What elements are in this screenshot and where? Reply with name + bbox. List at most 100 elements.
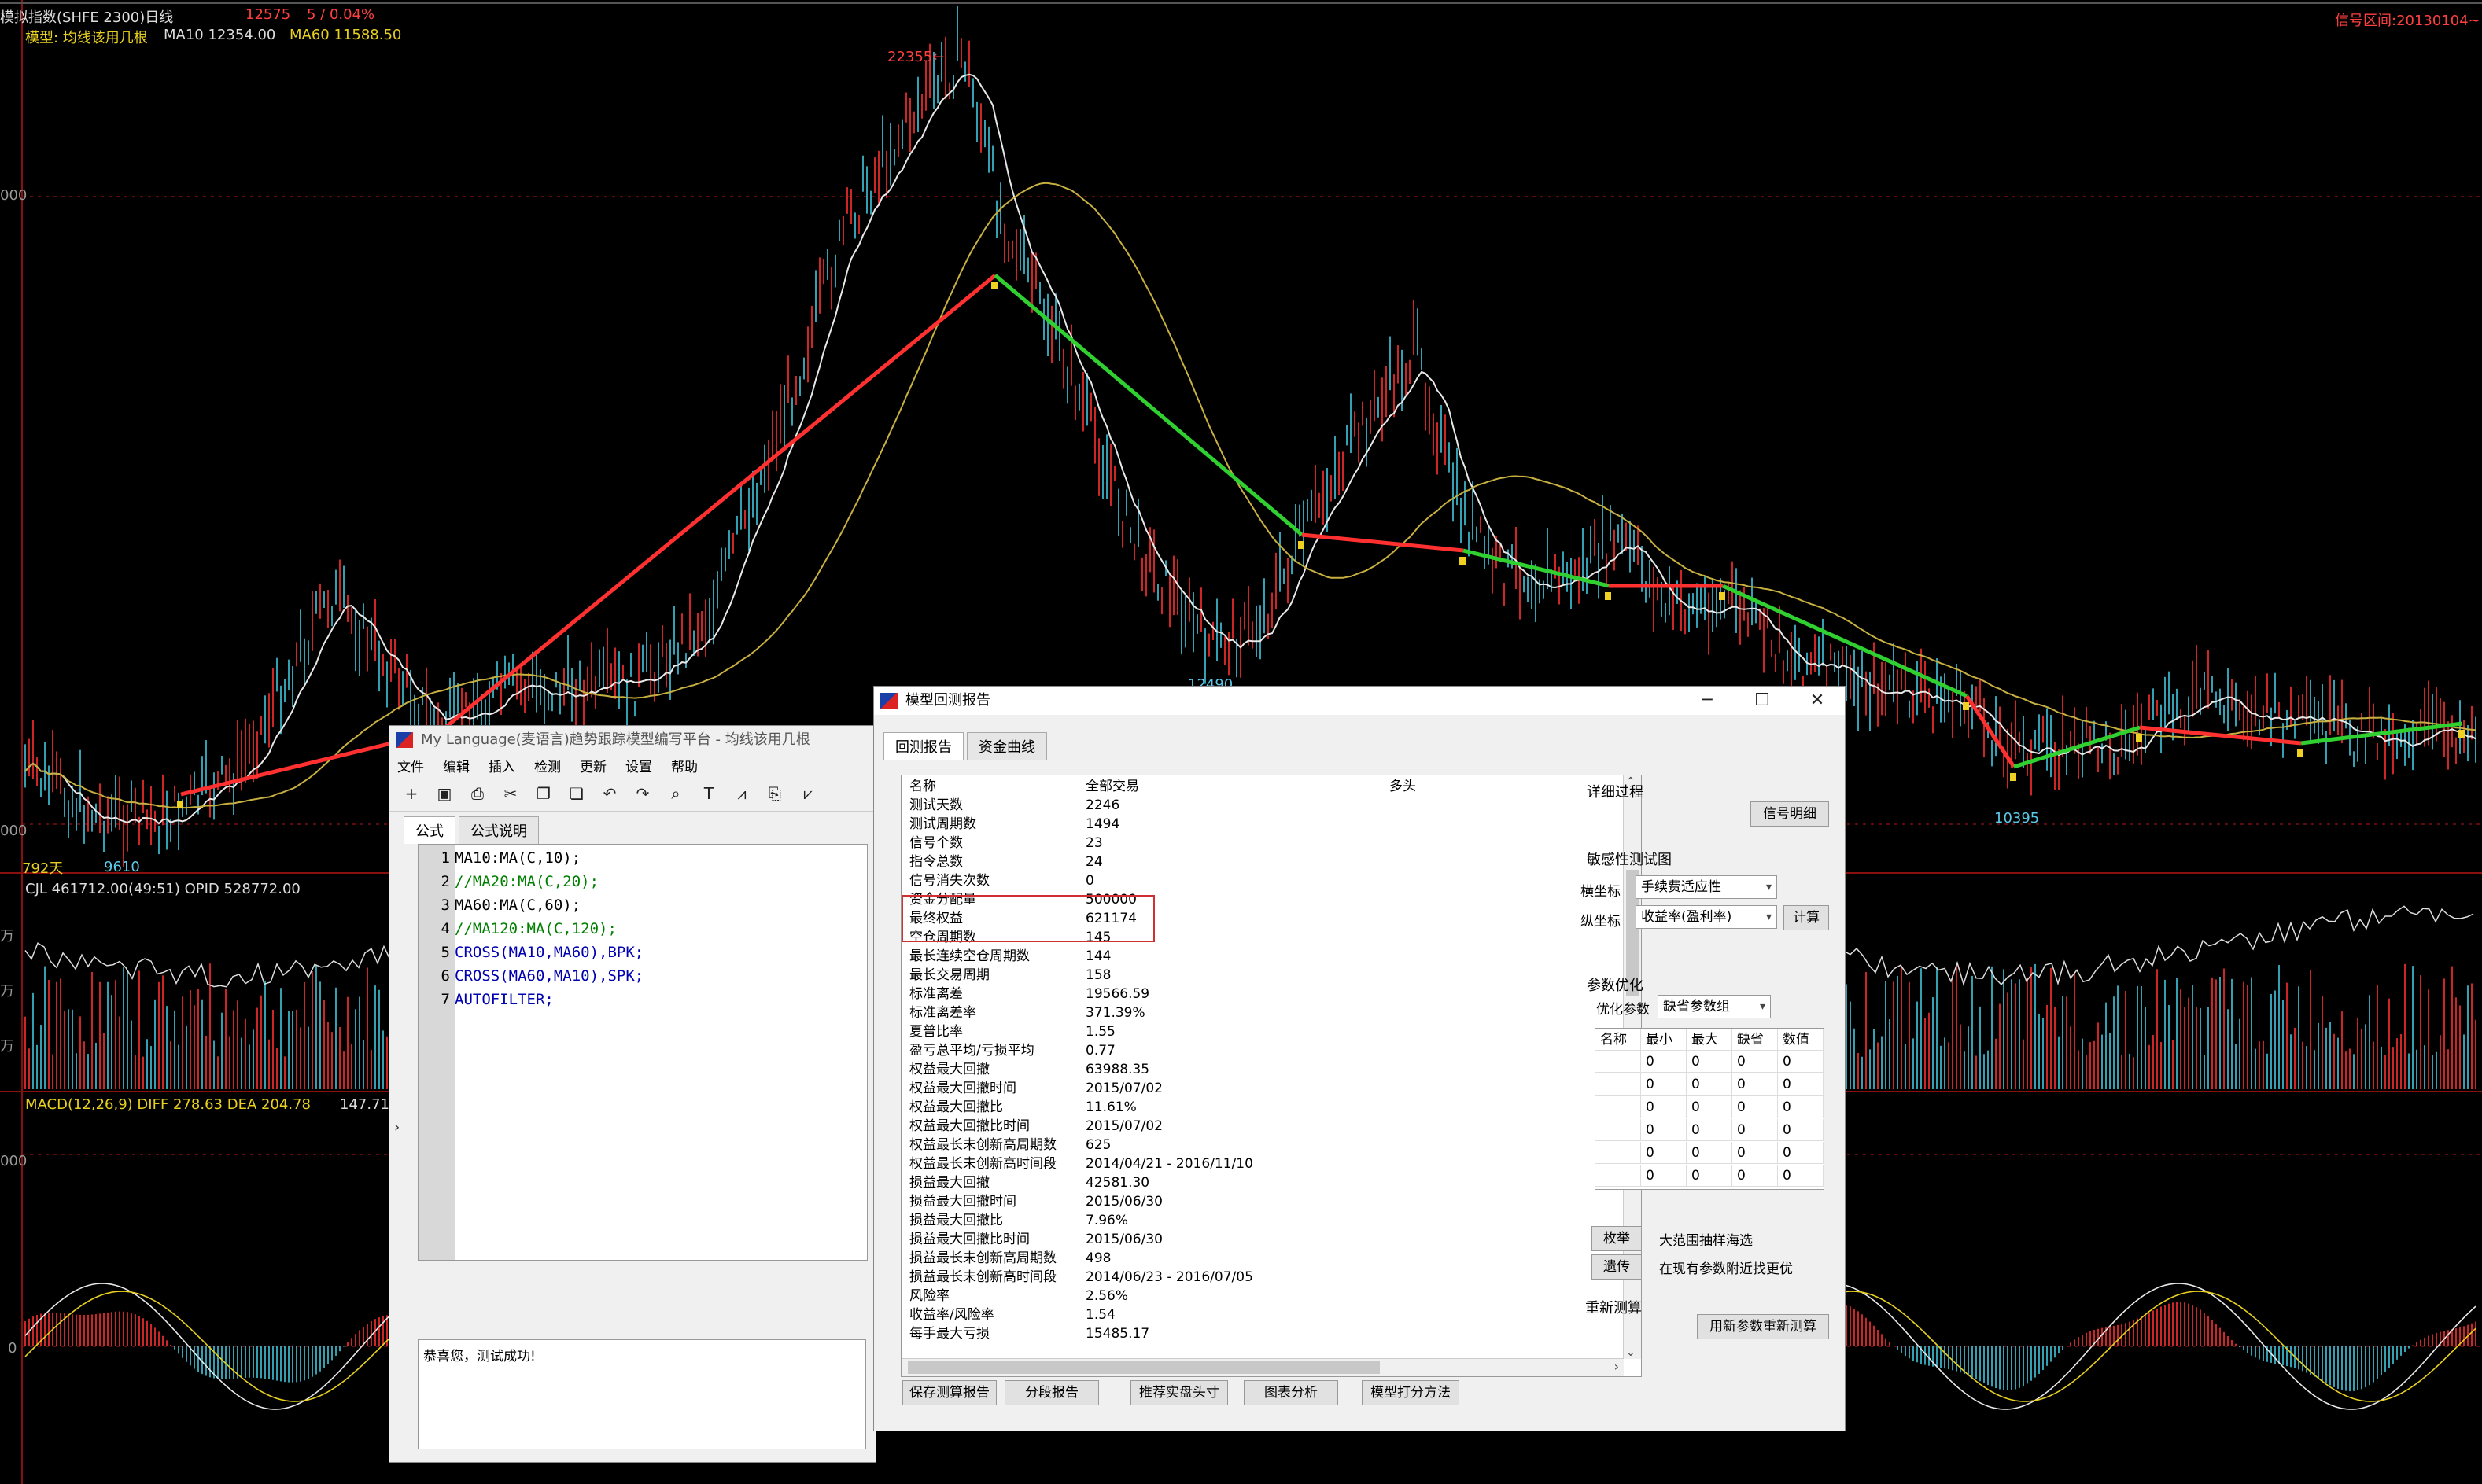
param-cell[interactable]: 0 — [1687, 1142, 1732, 1164]
param-header: 最小 — [1641, 1029, 1687, 1051]
param-cell[interactable]: 0 — [1641, 1073, 1687, 1096]
cut-icon[interactable]: ✂ — [498, 781, 523, 806]
param-cell[interactable] — [1595, 1119, 1641, 1141]
expand-arrow-icon[interactable]: › — [394, 1119, 400, 1136]
last-price: 12575 — [245, 6, 291, 23]
maximize-icon[interactable]: ☐ — [1735, 687, 1790, 715]
app-icon — [396, 732, 413, 748]
code-line: 5 CROSS(MA10,MA60),BPK; — [419, 941, 867, 964]
editor-title-bar[interactable]: My Language(麦语言)趋势跟踪模型编写平台 - 均线该用几根 — [389, 726, 876, 754]
minimize-icon[interactable]: ─ — [1680, 687, 1735, 715]
code-line: 3 MA60:MA(C,60); — [419, 893, 867, 917]
print-icon[interactable]: ⎙ — [465, 781, 490, 806]
y-axis-select[interactable]: 收益率(盈利率) ▾ — [1636, 905, 1777, 929]
optimize-param-select[interactable]: 缺省参数组 ▾ — [1658, 995, 1771, 1018]
report-window: 模型回测报告 ─ ☐ ✕ 回测报告 资金曲线 名称 全部交易 多头 测试天数 22… — [873, 686, 1846, 1431]
save-icon[interactable]: ▣ — [432, 781, 457, 806]
param-cell[interactable]: 0 — [1687, 1073, 1732, 1096]
text-icon[interactable]: T — [696, 781, 721, 806]
find-icon[interactable]: ⌕ — [663, 781, 688, 806]
menu-item[interactable]: 插入 — [489, 756, 515, 775]
tab-formula-help[interactable]: 公式说明 — [459, 816, 539, 844]
calculate-button[interactable]: 计算 — [1783, 905, 1829, 930]
param-cell[interactable] — [1595, 1096, 1641, 1118]
param-header: 名称 — [1595, 1029, 1641, 1051]
param-cell[interactable]: 0 — [1732, 1142, 1778, 1164]
param-cell[interactable]: 0 — [1778, 1096, 1824, 1118]
signal-marker — [2010, 773, 2016, 781]
param-cell[interactable]: 0 — [1641, 1119, 1687, 1141]
close-icon[interactable]: ✕ — [1790, 687, 1845, 715]
undo-icon[interactable]: ↶ — [597, 781, 622, 806]
param-cell[interactable]: 0 — [1641, 1165, 1687, 1187]
param-cell[interactable] — [1595, 1073, 1641, 1096]
segment-report-button[interactable]: 分段报告 — [1005, 1380, 1099, 1405]
code-text: MA60:MA(C,60); — [455, 897, 581, 914]
param-cell[interactable]: 0 — [1778, 1165, 1824, 1187]
recalculate-button[interactable]: 用新参数重新测算 — [1697, 1314, 1829, 1339]
param-cell[interactable] — [1595, 1142, 1641, 1164]
menu-item[interactable]: 文件 — [397, 756, 424, 775]
param-cell[interactable] — [1595, 1165, 1641, 1187]
menu-item[interactable]: 设置 — [625, 756, 652, 775]
signal-icon[interactable]: ⩗ — [795, 781, 821, 806]
model-score-button[interactable]: 模型打分方法 — [1362, 1380, 1459, 1405]
param-cell[interactable]: 0 — [1687, 1165, 1732, 1187]
horizontal-scrollbar[interactable]: › — [902, 1358, 1624, 1376]
scroll-down-icon[interactable]: ⌄ — [1626, 1346, 1636, 1359]
report-table[interactable]: 名称 全部交易 多头 测试天数 2246 测试周期数 1494 信号个数 23 指令总数 24… — [901, 775, 1642, 1377]
param-cell[interactable]: 0 — [1732, 1073, 1778, 1096]
redo-icon[interactable]: ↷ — [630, 781, 655, 806]
new-icon[interactable]: + — [399, 781, 424, 806]
x-axis-select[interactable]: 手续费适应性 ▾ — [1636, 875, 1777, 899]
param-cell[interactable]: 0 — [1732, 1119, 1778, 1141]
report-metric-value: 2014/06/23 - 2016/07/05 — [1086, 1269, 1253, 1285]
chart-analysis-button[interactable]: 图表分析 — [1244, 1380, 1338, 1405]
tab-formula[interactable]: 公式 — [404, 816, 455, 844]
report-title-bar[interactable]: 模型回测报告 ─ ☐ ✕ — [874, 687, 1845, 715]
optimize-group-label: 参数优化 — [1587, 978, 1643, 994]
chart-icon[interactable]: ⩘ — [729, 781, 754, 806]
code-line: 6 CROSS(MA60,MA10),SPK; — [419, 964, 867, 988]
param-cell[interactable]: 0 — [1687, 1051, 1732, 1073]
paste-icon[interactable]: ❏ — [564, 781, 589, 806]
param-cell[interactable]: 0 — [1778, 1119, 1824, 1141]
signal-detail-button[interactable]: 信号明细 — [1750, 801, 1829, 827]
param-cell[interactable]: 0 — [1641, 1096, 1687, 1118]
menu-item[interactable]: 检测 — [534, 756, 561, 775]
sensitivity-group-label: 敏感性测试图 — [1587, 852, 1672, 868]
param-cell[interactable] — [1595, 1051, 1641, 1073]
scroll-right-icon[interactable]: › — [1614, 1359, 1619, 1374]
recommend-position-button[interactable]: 推荐实盘头寸 — [1130, 1380, 1228, 1405]
param-cell[interactable]: 0 — [1732, 1096, 1778, 1118]
genetic-button[interactable]: 遗传 — [1591, 1254, 1642, 1280]
line-number: 5 — [441, 944, 450, 961]
param-cell[interactable]: 0 — [1687, 1096, 1732, 1118]
param-cell[interactable]: 0 — [1732, 1165, 1778, 1187]
menu-item[interactable]: 帮助 — [671, 756, 698, 775]
h-scroll-thumb[interactable] — [908, 1361, 1380, 1374]
param-cell[interactable]: 0 — [1641, 1051, 1687, 1073]
export-icon[interactable]: ⎘ — [762, 781, 787, 806]
param-grid[interactable]: 名称 最小 最大 缺省 数值 0 0 0 0 0 0 0 0 0 0 0 0 0 0 0 0 0 0 0 0 0 0 0 0 — [1595, 1028, 1824, 1190]
tab-backtest-report[interactable]: 回测报告 — [883, 732, 964, 760]
save-report-button[interactable]: 保存测算报告 — [902, 1380, 997, 1405]
param-cell[interactable]: 0 — [1778, 1073, 1824, 1096]
param-cell[interactable]: 0 — [1687, 1119, 1732, 1141]
signal-marker — [177, 801, 183, 808]
copy-icon[interactable]: ❐ — [531, 781, 556, 806]
param-cell[interactable]: 0 — [1641, 1142, 1687, 1164]
tab-equity-curve[interactable]: 资金曲线 — [967, 732, 1047, 760]
recalc-group-label: 重新测算 — [1585, 1300, 1642, 1316]
param-cell[interactable]: 0 — [1732, 1051, 1778, 1073]
report-metric-name: 损益最长未创新高周期数 — [909, 1250, 1057, 1266]
report-metric-value: 2015/06/30 — [1086, 1194, 1163, 1210]
param-cell[interactable]: 0 — [1778, 1142, 1824, 1164]
param-cell[interactable]: 0 — [1778, 1051, 1824, 1073]
ma60-readout: MA60 11588.50 — [290, 27, 402, 43]
menu-item[interactable]: 编辑 — [443, 756, 470, 775]
menu-item[interactable]: 更新 — [580, 756, 607, 775]
report-metric-name: 权益最大回撤 — [909, 1062, 990, 1077]
enumerate-button[interactable]: 枚举 — [1591, 1226, 1642, 1251]
code-editor[interactable]: 1 MA10:MA(C,10); 2 //MA20:MA(C,20); 3 MA60:MA… — [418, 844, 868, 1261]
